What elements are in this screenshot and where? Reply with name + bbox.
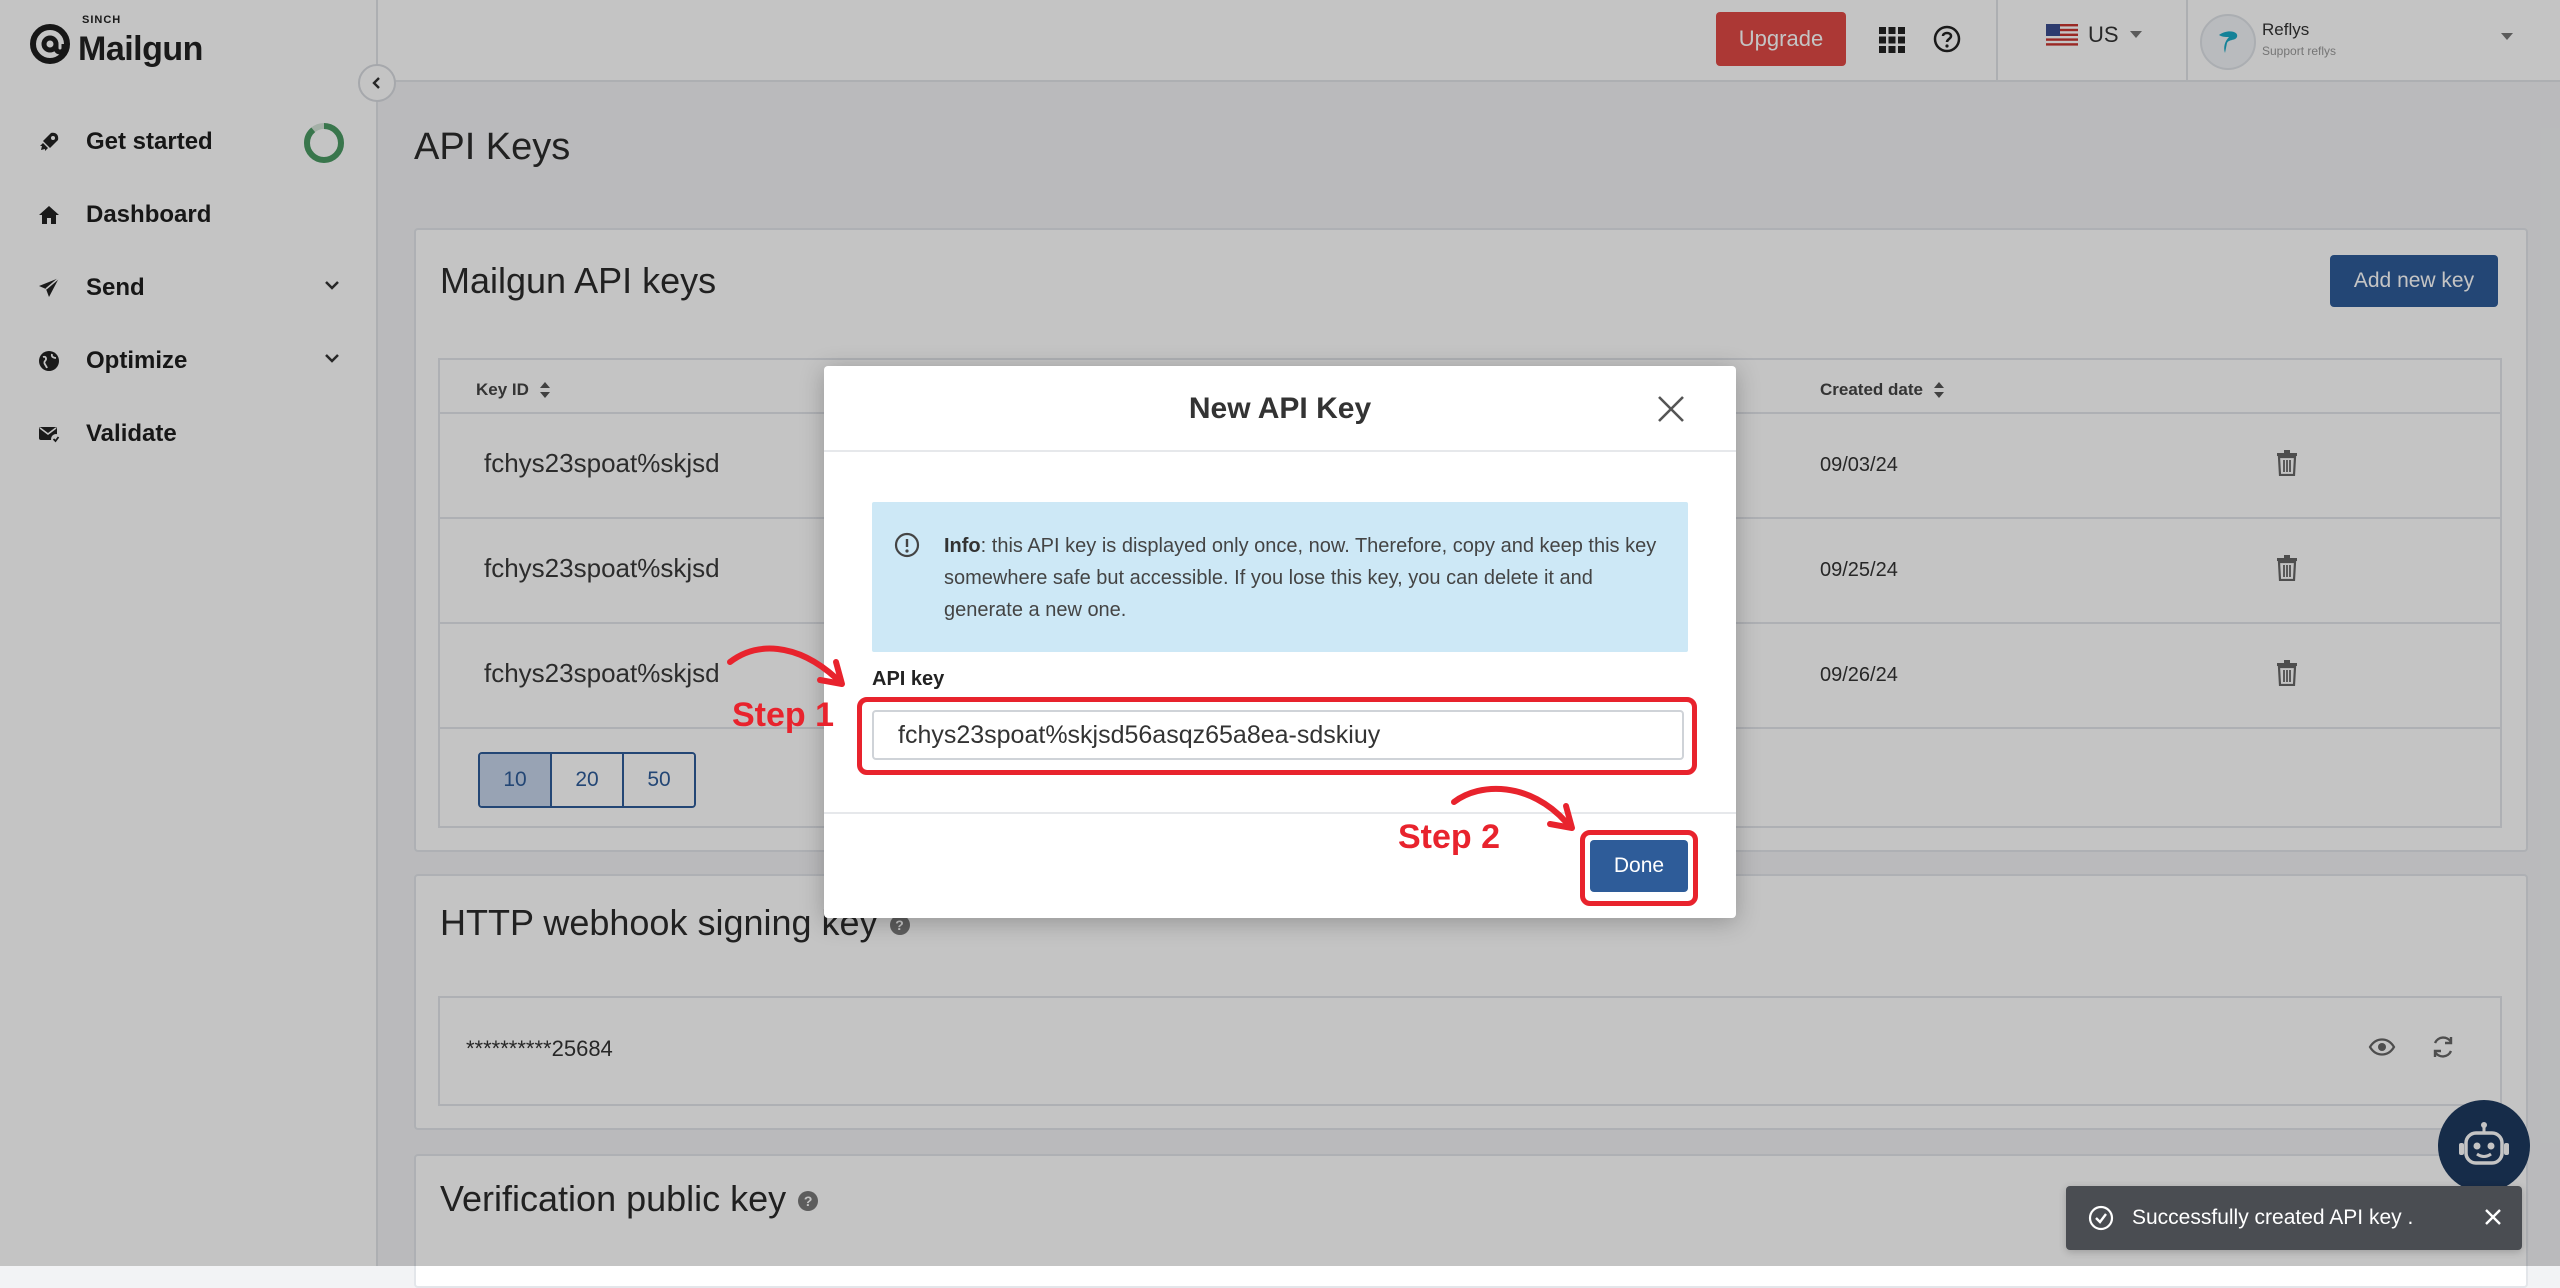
- info-message: : this API key is displayed only once, n…: [944, 535, 1657, 621]
- step2-arrow-icon: [1451, 785, 1575, 831]
- dialog-footer-divider: [824, 812, 1736, 814]
- close-icon[interactable]: [2482, 1206, 2504, 1228]
- dialog-header: New API Key: [824, 366, 1736, 452]
- info-alert: Info: this API key is displayed only onc…: [872, 502, 1688, 652]
- step2-highlight-box: [1580, 830, 1698, 906]
- step1-arrow-icon: [727, 645, 845, 687]
- toast-message: Successfully created API key .: [2132, 1206, 2414, 1229]
- info-text: Info: this API key is displayed only onc…: [944, 530, 1664, 626]
- success-toast: Successfully created API key .: [2066, 1186, 2522, 1250]
- step1-label: Step 1: [732, 696, 835, 734]
- api-key-label: API key: [872, 668, 945, 690]
- info-label: Info: [944, 535, 981, 557]
- check-circle-icon: [2088, 1205, 2114, 1231]
- step1-highlight-box: [857, 697, 1697, 775]
- close-icon[interactable]: [1656, 394, 1686, 424]
- info-circle-icon: [894, 532, 920, 558]
- dialog-title: New API Key: [1188, 392, 1372, 425]
